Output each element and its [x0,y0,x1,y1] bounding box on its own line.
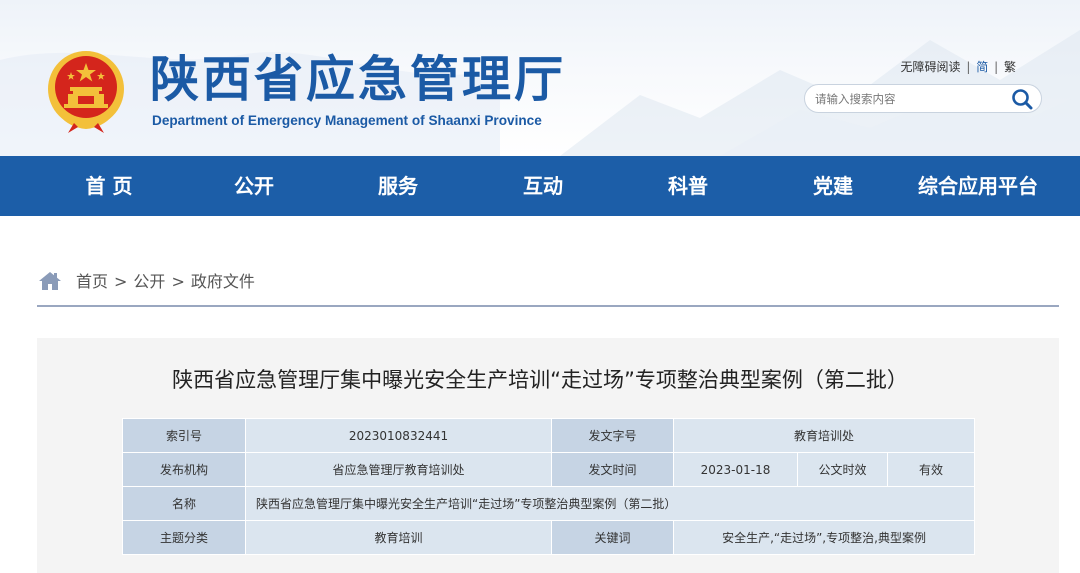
link-separator: | [994,60,999,74]
nav-item-interaction[interactable]: 互动 [512,156,574,216]
search-icon[interactable] [1011,88,1033,110]
publisher-label: 发布机构 [122,452,246,487]
nav-item-home[interactable]: 首 页 [70,156,148,216]
nav-item-science[interactable]: 科普 [657,156,719,216]
nav-item-platform[interactable]: 综合应用平台 [910,156,1046,216]
document-meta-table: 索引号 2023010832441 发文字号 教育培训处 发布机构 省应急管理厅… [122,418,976,555]
site-header: 陕西省应急管理厅 Department of Emergency Managem… [0,0,1080,156]
home-icon[interactable] [38,270,62,292]
table-row: 主题分类 教育培训 关键词 安全生产,“走过场”,专项整治,典型案例 [122,520,976,555]
breadcrumb-public[interactable]: 公开 [133,272,165,291]
breadcrumb-gov-documents[interactable]: 政府文件 [191,272,255,291]
name-label: 名称 [122,486,246,521]
article-title: 陕西省应急管理厅集中曝光安全生产培训“走过场”专项整治典型案例（第二批） [172,368,908,392]
validity-value: 有效 [886,452,976,487]
name-value: 陕西省应急管理厅集中曝光安全生产培训“走过场”专项整治典型案例（第二批） [244,486,976,521]
issue-date-value: 2023-01-18 [673,452,798,487]
accessibility-link[interactable]: 无障碍阅读 [901,58,961,75]
breadcrumb-divider [37,305,1059,307]
validity-label: 公文时效 [797,452,888,487]
index-label: 索引号 [122,418,246,453]
nav-item-service[interactable]: 服务 [368,156,428,216]
publisher-value: 省应急管理厅教育培训处 [245,452,552,487]
main-nav: 首 页 公开 服务 互动 科普 党建 综合应用平台 [0,156,1080,216]
topic-label: 主题分类 [122,520,246,555]
doc-number-label: 发文字号 [551,418,674,453]
table-row: 索引号 2023010832441 发文字号 教育培训处 [122,418,976,453]
nav-item-public[interactable]: 公开 [224,156,284,216]
traditional-chinese-link[interactable]: 繁 [1004,58,1016,75]
table-row: 发布机构 省应急管理厅教育培训处 发文时间 2023-01-18 公文时效 有效 [122,452,976,487]
index-value: 2023010832441 [245,418,552,453]
simplified-chinese-link[interactable]: 简 [976,58,988,75]
issue-date-label: 发文时间 [551,452,674,487]
topic-value: 教育培训 [245,520,552,555]
search-input[interactable] [815,89,1005,109]
site-subtitle: Department of Emergency Management of Sh… [152,113,542,128]
site-title: 陕西省应急管理厅 [150,51,567,108]
breadcrumb-separator: > [171,272,185,291]
national-emblem-icon [48,51,124,133]
breadcrumb: 首页 > 公开 > 政府文件 [38,268,255,296]
top-links: 无障碍阅读 | 简 | 繁 [901,58,1016,75]
breadcrumb-separator: > [114,272,128,291]
table-row: 名称 陕西省应急管理厅集中曝光安全生产培训“走过场”专项整治典型案例（第二批） [122,486,976,521]
link-separator: | [966,60,971,74]
doc-number-value: 教育培训处 [672,418,976,453]
keywords-value: 安全生产,“走过场”,专项整治,典型案例 [672,520,976,555]
keywords-label: 关键词 [551,520,674,555]
nav-item-party[interactable]: 党建 [802,156,864,216]
breadcrumb-home[interactable]: 首页 [76,272,108,291]
search-box [804,84,1042,113]
